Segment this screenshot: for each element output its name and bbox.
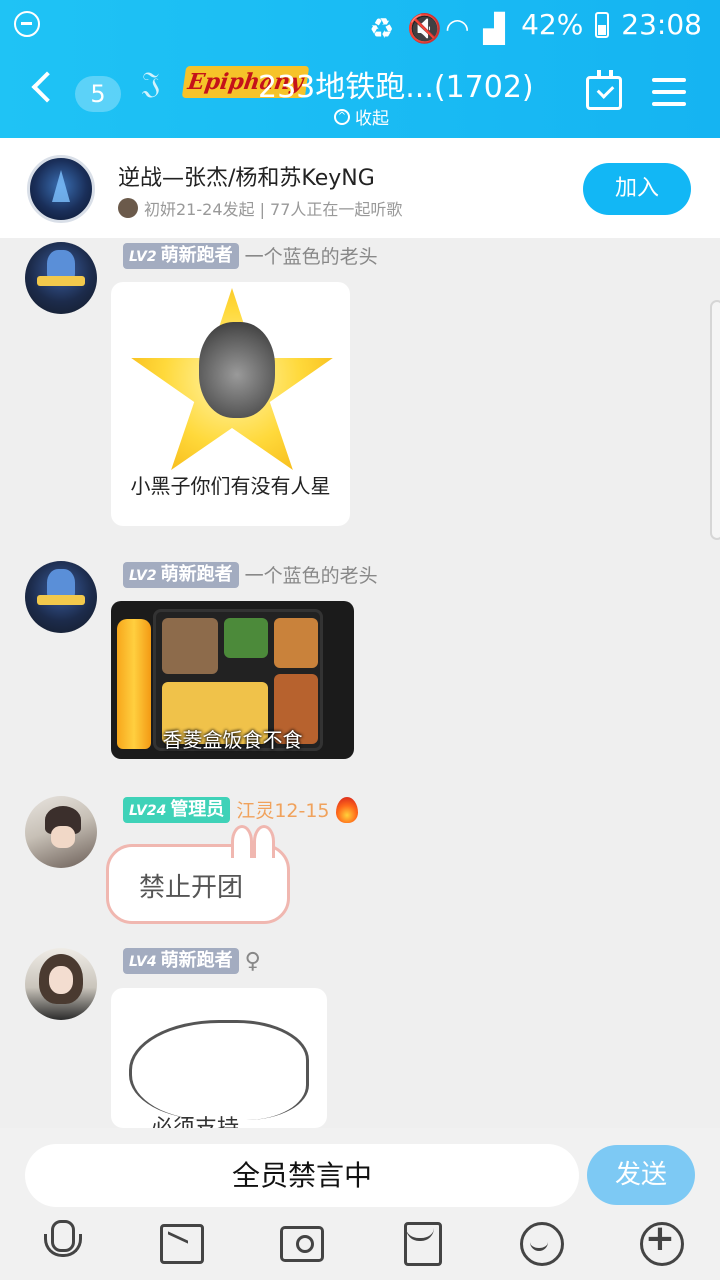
dnd-icon xyxy=(14,11,40,37)
level-badge: LV4 萌新跑者 xyxy=(123,948,239,974)
plus-icon[interactable] xyxy=(638,1218,684,1266)
menu-icon[interactable] xyxy=(652,78,686,106)
message-text: 禁止开团 xyxy=(139,873,244,903)
battery-saver-icon: ♻ xyxy=(369,11,395,45)
send-button[interactable]: 发送 xyxy=(587,1145,695,1205)
sticker-image[interactable]: 必须支持 xyxy=(111,988,327,1128)
level-badge: LV2 萌新跑者 xyxy=(123,242,239,269)
chevron-up-icon: ^ xyxy=(334,108,350,125)
group-name[interactable]: 233地铁跑...(1702) xyxy=(258,62,534,106)
wifi-icon: ◠ xyxy=(445,11,470,45)
collapse-label: 收起 xyxy=(355,109,389,129)
sender-line: LV2 萌新跑者 一个蓝色的老头 xyxy=(123,242,378,269)
song-cover-image xyxy=(27,155,95,223)
message-input[interactable]: 全员禁言中 xyxy=(25,1144,579,1207)
level-badge: LV24 管理员 xyxy=(123,796,231,823)
camera-icon[interactable] xyxy=(278,1220,324,1264)
signal-icon: ▟ xyxy=(483,11,505,45)
meme-graphic xyxy=(129,1020,309,1120)
back-icon[interactable] xyxy=(31,71,63,103)
mute-icon: 🔇 xyxy=(407,11,442,45)
avatar[interactable] xyxy=(25,242,97,314)
status-bar: ♻ 🔇 ◠ ▟ 42% 23:08 xyxy=(0,0,720,48)
message: LV24 管理员 江灵12-15 禁止开团 xyxy=(0,792,720,924)
battery-percent: 42% xyxy=(521,8,584,41)
sender-line: LV2 萌新跑者 一个蓝色的老头 xyxy=(123,561,378,588)
message: LV2 萌新跑者 一个蓝色的老头 小黑子你们有没有人星 xyxy=(0,238,720,538)
sender-nickname[interactable]: 江灵12-15 xyxy=(236,796,329,823)
battery-icon xyxy=(595,11,610,38)
level-badge: LV2 萌新跑者 xyxy=(123,561,239,588)
calendar-check-icon[interactable] xyxy=(586,70,622,110)
message: LV2 萌新跑者 一个蓝色的老头 香菱盒饭食不食 xyxy=(0,557,720,767)
listen-together-banner[interactable]: 逆战—张杰/杨和苏KeyNG 初妍21-24发起 | 77人正在一起听歌 加入 xyxy=(0,138,720,238)
listen-meta-text: 初妍21-24发起 | 77人正在一起听歌 xyxy=(144,200,403,219)
song-title: 逆战—张杰/杨和苏KeyNG xyxy=(118,166,375,191)
emoji-icon[interactable] xyxy=(518,1220,564,1266)
sticker-image[interactable]: 香菱盒饭食不食 xyxy=(111,601,354,759)
header: ♻ 🔇 ◠ ▟ 42% 23:08 5 𝔍 Epiphany 233地铁跑...… xyxy=(0,0,720,138)
message-bubble[interactable]: 禁止开团 xyxy=(106,825,290,924)
ear-icon[interactable]: 𝔍 xyxy=(142,66,160,101)
sender-nickname[interactable]: 一个蓝色的老头 xyxy=(245,561,378,588)
join-button[interactable]: 加入 xyxy=(583,163,691,215)
sticker-caption: 香菱盒饭食不食 xyxy=(162,728,303,752)
red-packet-icon[interactable] xyxy=(400,1220,444,1266)
sticker-image[interactable]: 小黑子你们有没有人星 xyxy=(111,282,350,526)
microphone-icon[interactable] xyxy=(40,1220,84,1264)
sender-nickname[interactable]: 一个蓝色的老头 xyxy=(245,242,378,269)
sticker-caption: 必须支持 xyxy=(151,1110,239,1128)
message: LV4萌新跑者 ♀ 必须支持 xyxy=(0,944,720,1128)
clock: 23:08 xyxy=(621,8,702,41)
avatar[interactable] xyxy=(25,948,97,1020)
title-bar: 5 𝔍 Epiphany 233地铁跑...(1702) ^ 收起 xyxy=(0,48,720,138)
sticker-caption: 小黑子你们有没有人星 xyxy=(130,474,331,498)
sender-line: LV24 管理员 江灵12-15 xyxy=(123,796,358,823)
image-icon[interactable] xyxy=(158,1220,204,1264)
scroll-indicator[interactable] xyxy=(710,300,720,540)
avatar[interactable] xyxy=(25,561,97,633)
female-icon: ♀ xyxy=(244,948,261,974)
listen-meta: 初妍21-24发起 | 77人正在一起听歌 xyxy=(118,196,402,220)
sender-line: LV4 萌新跑者 ♀ xyxy=(123,948,261,974)
composer-toolbar xyxy=(0,1218,720,1270)
collapse-button[interactable]: ^ 收起 xyxy=(334,104,389,129)
unread-count-badge[interactable]: 5 xyxy=(75,76,121,112)
composer: 全员禁言中 发送 xyxy=(0,1128,720,1280)
fire-icon xyxy=(335,796,358,823)
avatar[interactable] xyxy=(25,796,97,868)
face-graphic xyxy=(199,322,275,418)
initiator-avatar xyxy=(118,198,138,218)
